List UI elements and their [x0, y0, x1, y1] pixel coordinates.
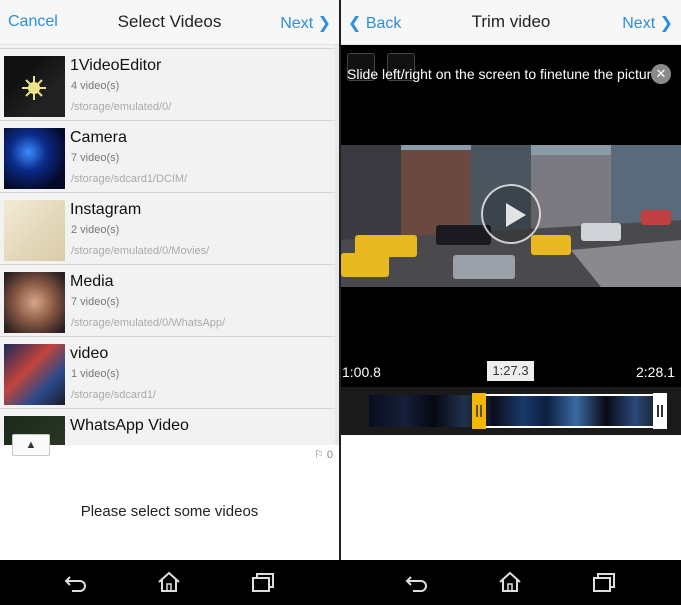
folder-item-media[interactable]: Media 7 video(s) /storage/emulated/0/Wha… — [0, 265, 335, 337]
folder-count: 7 video(s) — [71, 296, 120, 308]
end-time: 2:28.1 — [636, 364, 675, 380]
trim-end-handle[interactable] — [653, 393, 667, 429]
system-navbar — [0, 560, 681, 605]
folder-thumbnail — [4, 272, 65, 333]
folder-path: /storage/emulated/0/WhatsApp/ — [71, 317, 226, 329]
close-icon[interactable]: ✕ — [651, 64, 671, 84]
selected-count: ⚐ 0 — [314, 448, 333, 461]
folder-count: 2 video(s) — [71, 224, 120, 236]
recent-apps-icon[interactable] — [250, 570, 276, 594]
folder-name: Media — [70, 273, 114, 290]
play-button[interactable] — [481, 184, 541, 244]
folder-count: 4 video(s) — [71, 80, 120, 92]
folder-item-1videoeditor[interactable]: 1VideoEditor 4 video(s) /storage/emulate… — [0, 49, 335, 121]
folder-item-video[interactable]: video 1 video(s) /storage/sdcard1/ — [0, 337, 335, 409]
grip-icon — [476, 405, 482, 417]
folder-path: /storage/emulated/0/ — [71, 101, 172, 113]
folder-thumbnail — [4, 56, 65, 117]
next-button[interactable]: Next ❯ — [622, 13, 673, 33]
folder-count: 1 video(s) — [71, 368, 120, 380]
folder-count: 7 video(s) — [71, 152, 120, 164]
flag-icon: ⚐ — [313, 449, 324, 461]
selection-panel: ⚐ 0 Please select some videos — [0, 445, 339, 560]
start-time: 1:00.8 — [342, 364, 381, 380]
back-icon[interactable] — [403, 570, 429, 594]
current-time: 1:27.3 — [487, 361, 534, 381]
folder-thumbnail — [4, 200, 65, 261]
trim-timeline[interactable] — [341, 387, 681, 435]
folder-name: video — [70, 345, 109, 362]
folder-thumbnail — [4, 344, 65, 405]
folder-item-whatsapp-video[interactable]: WhatsApp Video — [0, 409, 335, 445]
folder-name: WhatsApp Video — [70, 417, 189, 434]
video-preview[interactable]: Slide left/right on the screen to finetu… — [341, 45, 681, 435]
selected-count-value: 0 — [326, 449, 333, 461]
back-icon[interactable] — [62, 570, 88, 594]
empty-selection-hint: Please select some videos — [80, 503, 259, 520]
right-header: ❮ Back Trim video Next ❯ — [341, 0, 681, 45]
finetune-tip: Slide left/right on the screen to finetu… — [347, 66, 660, 82]
folder-item-camera[interactable]: Camera 7 video(s) /storage/sdcard1/DCIM/ — [0, 121, 335, 193]
trim-video-screen: ❮ Back Trim video Next ❯ Slide left/righ… — [341, 0, 681, 560]
folder-name: 1VideoEditor — [70, 57, 162, 74]
select-videos-screen: Cancel Select Videos Next ❯ 1VideoEditor… — [0, 0, 339, 560]
selection-range — [484, 394, 654, 428]
left-header: Cancel Select Videos Next ❯ — [0, 0, 339, 45]
home-icon[interactable] — [497, 570, 523, 594]
home-icon[interactable] — [156, 570, 182, 594]
next-button[interactable]: Next ❯ — [280, 13, 331, 33]
folder-path: /storage/sdcard1/ — [71, 389, 156, 401]
folder-list: 1VideoEditor 4 video(s) /storage/emulate… — [0, 45, 335, 445]
triangle-up-icon: ▲ — [25, 439, 37, 451]
folder-path: /storage/emulated/0/Movies/ — [71, 245, 210, 257]
folder-name: Instagram — [70, 201, 142, 218]
trimmed-out-region — [369, 395, 472, 427]
flower-icon — [22, 76, 46, 100]
folder-item-instagram[interactable]: Instagram 2 video(s) /storage/emulated/0… — [0, 193, 335, 265]
recent-apps-icon[interactable] — [591, 570, 617, 594]
collapse-button[interactable]: ▲ — [12, 434, 50, 456]
trim-start-handle[interactable] — [472, 393, 486, 429]
folder-thumbnail — [4, 128, 65, 189]
grip-icon — [657, 405, 663, 417]
folder-path: /storage/sdcard1/DCIM/ — [71, 173, 188, 185]
folder-name: Camera — [70, 129, 127, 146]
